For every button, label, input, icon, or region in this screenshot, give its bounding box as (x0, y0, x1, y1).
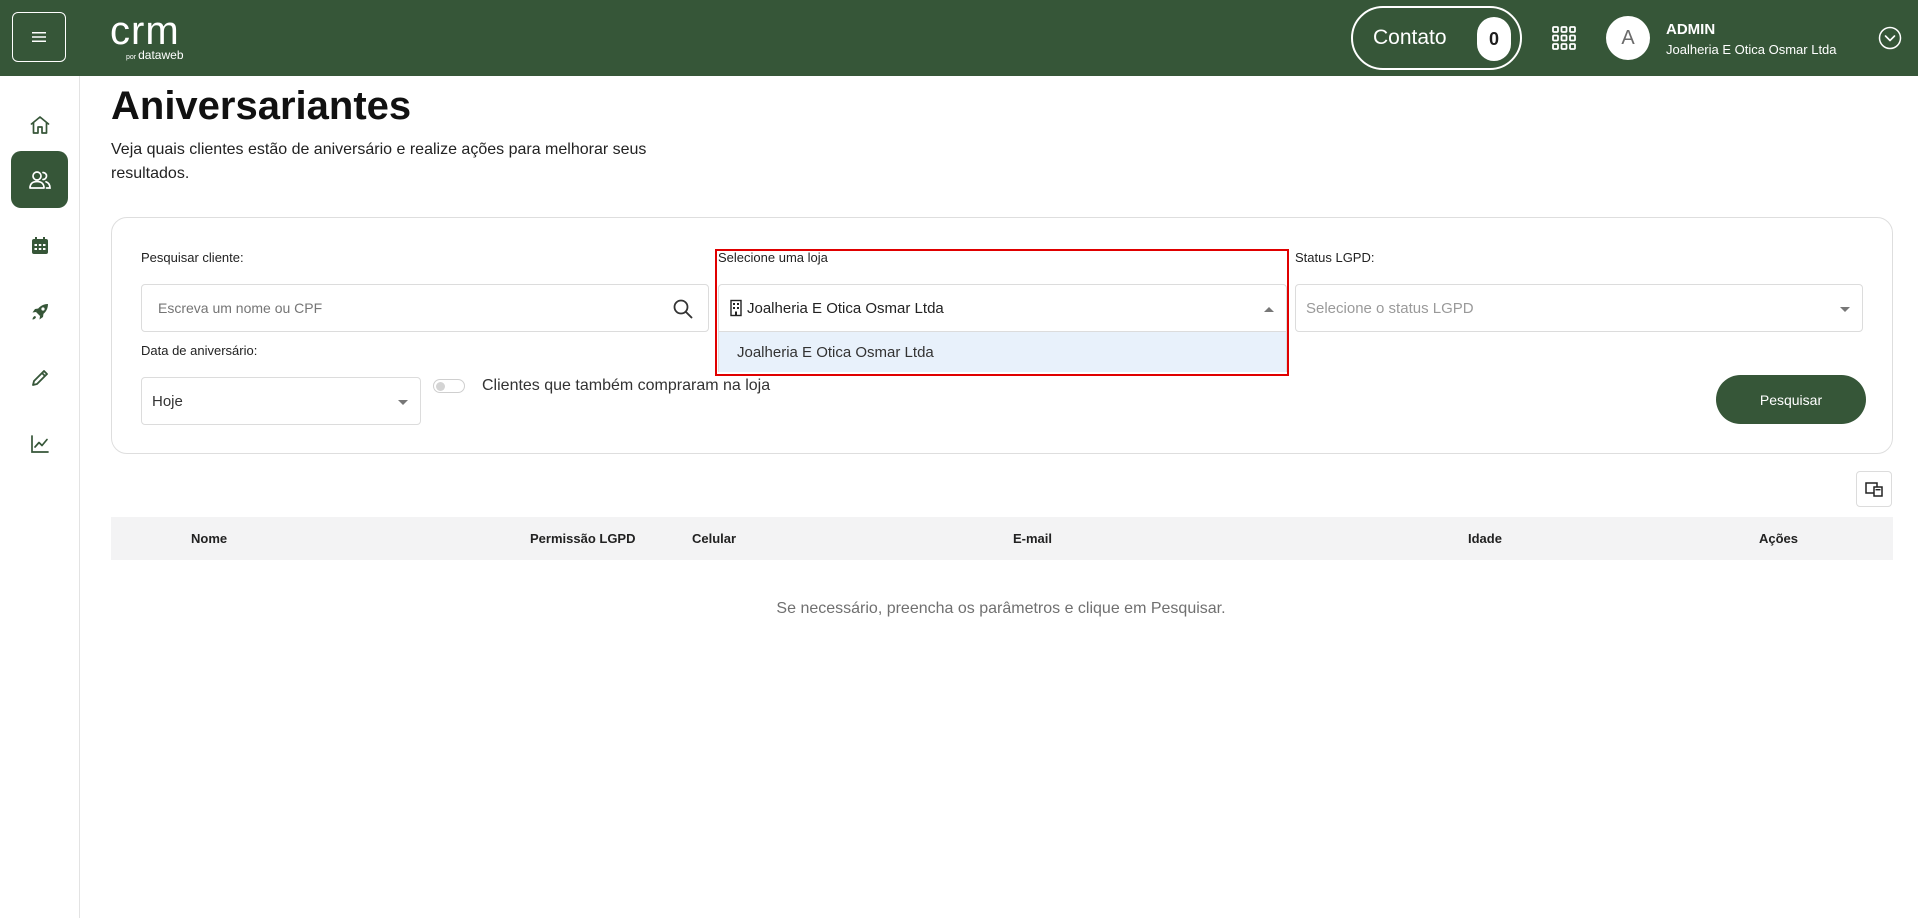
column-header-lgpd[interactable]: Permissão LGPD (530, 531, 636, 546)
lgpd-select-placeholder: Selecione o status LGPD (1306, 299, 1474, 317)
contato-count-badge: 0 (1477, 17, 1511, 61)
top-bar: crm por dataweb Contato 0 A ADMIN Joalher… (0, 0, 1918, 76)
apps-grid-button[interactable] (1550, 24, 1578, 52)
user-company: Joalheria E Otica Osmar Ltda (1666, 42, 1837, 57)
users-icon (28, 170, 51, 189)
home-icon (30, 115, 49, 134)
column-header-acoes: Ações (1759, 531, 1799, 546)
page-title: Aniversariantes (111, 84, 412, 128)
empty-state-message: Se necessário, preencha os parâmetros e … (776, 600, 1226, 617)
store-dropdown-menu: Joalheria E Otica Osmar Ltda (718, 332, 1287, 372)
sidebar-item-home[interactable] (11, 96, 68, 153)
contato-button[interactable]: Contato 0 (1351, 6, 1522, 70)
date-label: Data de aniversário: (141, 343, 258, 358)
columns-toggle-button[interactable] (1856, 471, 1892, 507)
pencil-icon (31, 369, 48, 386)
apps-grid-icon (1552, 26, 1576, 50)
column-header-celular[interactable]: Celular (692, 531, 736, 546)
sidebar (0, 76, 80, 918)
chart-line-icon (30, 434, 49, 453)
store-label: Selecione uma loja (718, 250, 828, 265)
building-icon (730, 299, 742, 317)
logo-sub-brand: dataweb (138, 48, 184, 62)
avatar[interactable]: A (1606, 16, 1650, 60)
date-select[interactable]: Hoje (141, 377, 421, 425)
app-logo[interactable]: crm por dataweb (110, 9, 184, 62)
search-field (141, 284, 709, 332)
column-header-nome[interactable]: Nome (191, 531, 227, 546)
logo-sub-text: por dataweb (126, 48, 184, 62)
bought-in-store-toggle[interactable] (433, 379, 465, 393)
user-menu-button[interactable] (1878, 26, 1902, 50)
columns-icon (1865, 482, 1883, 497)
search-input[interactable] (142, 285, 642, 331)
sidebar-item-clients[interactable] (11, 151, 68, 208)
chevron-down-circle-icon (1878, 26, 1902, 50)
user-name: ADMIN (1666, 21, 1716, 38)
menu-button[interactable] (12, 12, 66, 62)
caret-down-icon (398, 400, 408, 405)
page-description: Veja quais clientes estão de aniversário… (111, 141, 647, 182)
date-select-value: Hoje (152, 392, 183, 410)
sidebar-item-edit[interactable] (11, 349, 68, 406)
lgpd-select[interactable]: Selecione o status LGPD (1295, 284, 1863, 332)
logo-main-text: crm (110, 9, 180, 53)
logo-sub-prefix: por (126, 54, 137, 61)
search-button[interactable]: Pesquisar (1716, 375, 1866, 424)
sidebar-item-calendar[interactable] (11, 217, 68, 274)
sidebar-item-reports[interactable] (11, 415, 68, 472)
search-icon[interactable] (672, 298, 694, 320)
lgpd-label: Status LGPD: (1295, 250, 1375, 265)
caret-up-icon (1264, 307, 1274, 312)
column-header-email[interactable]: E-mail (1013, 531, 1052, 546)
hamburger-icon (32, 32, 46, 42)
search-label: Pesquisar cliente: (141, 250, 244, 265)
calendar-icon (31, 236, 48, 254)
table-header: Nome Permissão LGPD Celular E-mail Idade… (111, 517, 1893, 560)
store-select-value: Joalheria E Otica Osmar Ltda (747, 299, 944, 317)
column-header-idade[interactable]: Idade (1468, 531, 1502, 546)
caret-down-icon (1840, 307, 1850, 312)
toggle-label: Clientes que também compraram na loja (482, 377, 771, 394)
toggle-knob (436, 382, 445, 391)
rocket-icon (32, 303, 48, 319)
store-select[interactable]: Joalheria E Otica Osmar Ltda (718, 284, 1287, 332)
contato-label: Contato (1373, 26, 1447, 49)
sidebar-item-campaigns[interactable] (11, 283, 68, 340)
store-option[interactable]: Joalheria E Otica Osmar Ltda (719, 332, 1286, 372)
